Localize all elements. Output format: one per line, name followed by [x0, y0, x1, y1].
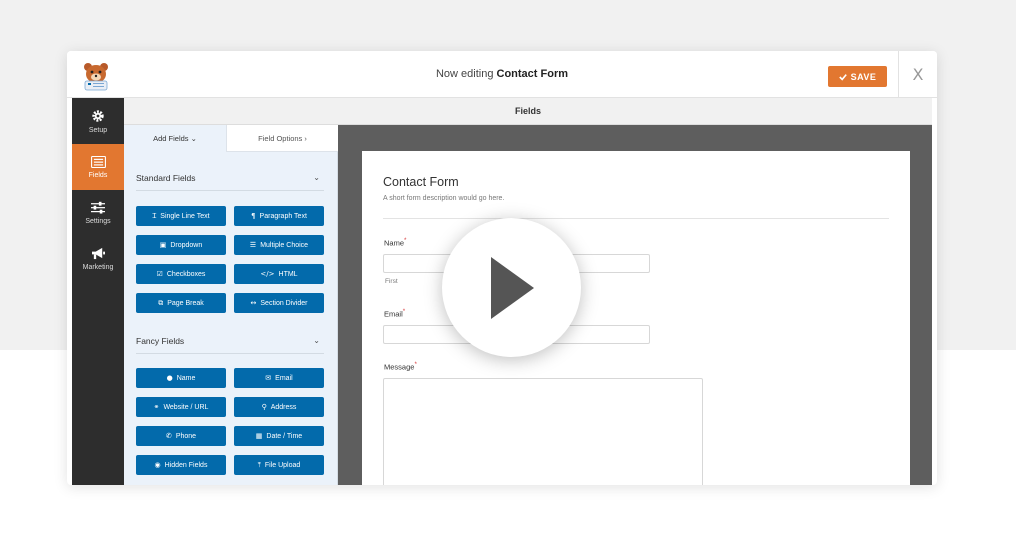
- field-button-multiple-choice[interactable]: ☰ Multiple Choice: [234, 235, 324, 255]
- checkbox-icon: ☑: [156, 270, 163, 278]
- panel-tabs: Add Fields ⌄ Field Options ›: [124, 125, 338, 152]
- form-description: A short form description would go here.: [383, 195, 505, 202]
- field-button-page-break[interactable]: ⧉ Page Break: [136, 293, 226, 313]
- field-button-label: Single Line Text: [160, 212, 210, 220]
- title-prefix: Now editing: [435, 68, 497, 80]
- title-form-name: Contact Form: [496, 68, 569, 80]
- field-button-label: Paragraph Text: [259, 212, 307, 220]
- field-button-website-url[interactable]: ⚭ Website / URL: [136, 397, 226, 417]
- sidebar-item-setup[interactable]: Setup: [72, 98, 124, 144]
- field-button-html[interactable]: </> HTML: [234, 264, 324, 284]
- form-title: Contact Form: [383, 175, 459, 189]
- tab-field-options[interactable]: Field Options ›: [226, 125, 338, 152]
- field-button-label: Dropdown: [170, 241, 203, 249]
- top-bar: Now editing Contact Form SAVE X: [67, 51, 937, 98]
- field-button-label: Address: [270, 403, 297, 411]
- standard-fields-header[interactable]: Standard Fields ⌄: [136, 165, 324, 191]
- message-label-text: Message: [384, 362, 415, 372]
- email-field-label: Email*: [384, 308, 405, 319]
- text-icon: Ɪ: [152, 211, 157, 220]
- field-button-label: Section Divider: [260, 299, 308, 307]
- field-button-label: File Upload: [264, 461, 301, 469]
- upload-icon: ⤒: [257, 460, 261, 469]
- map-marker-icon: ⚲: [261, 403, 267, 411]
- field-button-phone[interactable]: ✆ Phone: [136, 426, 226, 446]
- page-title: Now editing Contact Form: [67, 68, 937, 80]
- field-button-date-time[interactable]: ▦ Date / Time: [234, 426, 324, 446]
- eye-slash-icon: ◉: [154, 461, 161, 469]
- field-button-label: Multiple Choice: [260, 241, 309, 249]
- field-button-section-divider[interactable]: ↔ Section Divider: [234, 293, 324, 313]
- sidebar-item-label: Fields: [88, 171, 108, 179]
- arrows-h-icon: ↔: [250, 299, 257, 307]
- play-icon: [490, 256, 534, 319]
- code-icon: </>: [260, 270, 275, 278]
- form-preview-card: Contact Form A short form description wo…: [362, 151, 910, 485]
- field-button-label: Page Break: [167, 299, 204, 307]
- sliders-icon: [91, 201, 105, 214]
- chevron-down-icon: ⌄: [313, 336, 320, 345]
- field-button-hidden-fields[interactable]: ◉ Hidden Fields: [136, 455, 226, 475]
- save-label: SAVE: [850, 71, 877, 82]
- calendar-icon: ▦: [255, 432, 263, 440]
- form-divider: [383, 218, 889, 219]
- fancy-fields-header[interactable]: Fancy Fields ⌄: [136, 328, 324, 354]
- field-button-label: Date / Time: [266, 432, 303, 440]
- field-button-email[interactable]: ✉ Email: [234, 368, 324, 388]
- message-field-label: Message*: [384, 361, 417, 372]
- form-preview-area: Contact Form A short form description wo…: [338, 125, 932, 485]
- field-button-file-upload[interactable]: ⤒ File Upload: [234, 455, 324, 475]
- save-button[interactable]: SAVE: [828, 66, 887, 87]
- field-button-label: Name: [176, 374, 196, 382]
- field-button-label: Hidden Fields: [164, 461, 208, 469]
- field-button-label: Phone: [175, 432, 197, 440]
- list-icon: [90, 155, 106, 168]
- section-title-label: Fancy Fields: [136, 335, 185, 346]
- gear-icon: [92, 109, 104, 122]
- close-icon: X: [912, 65, 924, 84]
- phone-icon: ✆: [165, 432, 172, 440]
- field-button-label: Email: [275, 374, 293, 382]
- envelope-icon: ✉: [265, 374, 272, 382]
- tab-add-fields[interactable]: Add Fields ⌄: [124, 125, 226, 152]
- megaphone-icon: [91, 247, 105, 260]
- sidebar-item-label: Marketing: [82, 264, 114, 271]
- sidebar-item-label: Settings: [85, 218, 111, 225]
- field-button-address[interactable]: ⚲ Address: [234, 397, 324, 417]
- required-mark: *: [402, 308, 406, 315]
- sidebar: Setup Fields Settings Marketing: [72, 98, 124, 485]
- close-button[interactable]: X: [898, 51, 937, 98]
- required-mark: *: [404, 237, 407, 244]
- section-title-label: Standard Fields: [136, 172, 196, 183]
- sidebar-item-label: Setup: [88, 126, 108, 134]
- check-icon: [838, 73, 847, 81]
- sidebar-item-fields[interactable]: Fields: [72, 144, 124, 190]
- dropdown-icon: ▣: [159, 241, 167, 249]
- name-field-label: Name*: [384, 237, 406, 248]
- field-button-label: Website / URL: [163, 403, 209, 411]
- field-button-dropdown[interactable]: ▣ Dropdown: [136, 235, 226, 255]
- field-button-label: HTML: [278, 270, 298, 278]
- chevron-down-icon: ⌄: [313, 173, 320, 182]
- sidebar-item-marketing[interactable]: Marketing: [72, 236, 124, 282]
- name-label-text: Name: [384, 238, 405, 248]
- sidebar-item-settings[interactable]: Settings: [72, 190, 124, 236]
- field-button-name[interactable]: ● Name: [136, 368, 226, 388]
- user-icon: ●: [166, 374, 173, 382]
- name-first-sublabel: First: [385, 278, 398, 285]
- required-mark: *: [414, 361, 417, 368]
- email-label-text: Email: [384, 309, 403, 319]
- field-button-single-line-text[interactable]: Ɪ Single Line Text: [136, 206, 226, 226]
- link-icon: ⚭: [153, 403, 160, 411]
- field-button-checkboxes[interactable]: ☑ Checkboxes: [136, 264, 226, 284]
- video-play-button[interactable]: [442, 218, 581, 357]
- paragraph-icon: ¶: [251, 212, 256, 220]
- copy-icon: ⧉: [158, 298, 164, 307]
- field-button-label: Checkboxes: [166, 270, 206, 278]
- section-header: Fields: [124, 98, 932, 125]
- field-button-paragraph-text[interactable]: ¶ Paragraph Text: [234, 206, 324, 226]
- list-icon: ☰: [249, 241, 257, 249]
- message-textarea[interactable]: [383, 378, 703, 485]
- fields-panel: Add Fields ⌄ Field Options › Standard Fi…: [124, 125, 338, 485]
